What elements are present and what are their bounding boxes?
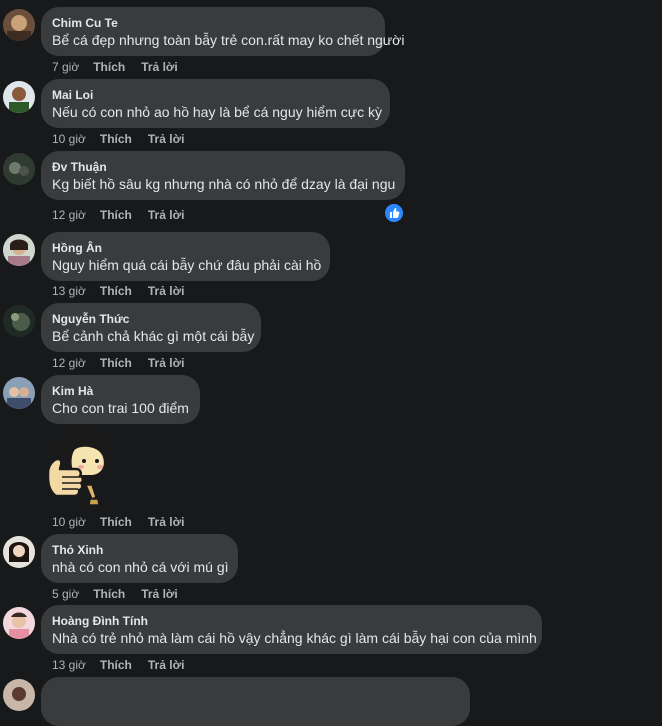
comment-author[interactable]: Thỏ Xinh xyxy=(52,542,226,558)
comment-author[interactable]: Hồng Ân xyxy=(52,240,318,256)
comment-actions: 12 giờ Thích Trả lời xyxy=(52,355,184,371)
avatar[interactable] xyxy=(3,81,35,113)
comment-time[interactable]: 13 giờ xyxy=(52,283,86,299)
like-button[interactable]: Thích xyxy=(100,514,132,530)
comment-time[interactable]: 10 giờ xyxy=(52,514,86,530)
avatar[interactable] xyxy=(3,305,35,337)
like-button[interactable]: Thích xyxy=(93,586,125,602)
comment-bubble: Chim Cu Te Bể cá đẹp nhưng toàn bẫy trẻ … xyxy=(41,7,405,56)
comment-bubble: Đv Thuận Kg biết hồ sâu kg nhưng nhà có … xyxy=(41,151,405,200)
reply-button[interactable]: Trả lời xyxy=(148,657,185,673)
comment-actions: 13 giờ Thích Trả lời xyxy=(52,657,184,673)
comment-actions: 13 giờ Thích Trả lời xyxy=(52,283,184,299)
comment-bubble: Hồng Ân Nguy hiểm quá cái bẫy chứ đâu ph… xyxy=(41,232,330,281)
comment-text: nhà có con nhỏ cá với mú gì xyxy=(52,559,229,575)
reply-button[interactable]: Trả lời xyxy=(148,131,185,147)
comment-author[interactable]: Mai Loi xyxy=(52,87,378,103)
reply-button[interactable]: Trả lời xyxy=(141,586,178,602)
avatar[interactable] xyxy=(3,153,35,185)
reply-button[interactable]: Trả lời xyxy=(148,355,185,371)
comment-actions: 7 giờ Thích Trả lời xyxy=(52,59,178,75)
like-button[interactable]: Thích xyxy=(100,283,132,299)
reply-button[interactable]: Trả lời xyxy=(148,207,185,223)
avatar[interactable] xyxy=(3,9,35,41)
avatar[interactable] xyxy=(3,607,35,639)
comment-text: Cho con trai 100 điểm xyxy=(52,400,189,416)
like-button[interactable]: Thích xyxy=(100,131,132,147)
like-button[interactable]: Thích xyxy=(100,207,132,223)
comment-author[interactable]: Chim Cu Te xyxy=(52,15,373,31)
comment-time[interactable]: 13 giờ xyxy=(52,657,86,673)
comment-author[interactable]: Nguyễn Thức xyxy=(52,311,249,327)
avatar[interactable] xyxy=(3,536,35,568)
comment-author[interactable]: Đv Thuận xyxy=(52,159,393,175)
comment-author[interactable]: Hoàng Đình Tính xyxy=(52,613,530,629)
reply-button[interactable]: Trả lời xyxy=(141,59,178,75)
comment-actions: 5 giờ Thích Trả lời xyxy=(52,586,178,602)
reply-button[interactable]: Trả lời xyxy=(148,283,185,299)
comment-time[interactable]: 7 giờ xyxy=(52,59,79,75)
comment-time[interactable]: 5 giờ xyxy=(52,586,79,602)
thumbs-up-sticker-icon xyxy=(40,427,122,509)
avatar[interactable] xyxy=(3,234,35,266)
comment-time[interactable]: 12 giờ xyxy=(52,355,86,371)
comment-time[interactable]: 12 giờ xyxy=(52,207,86,223)
comment-bubble: Hoàng Đình Tính Nhà có trẻ nhỏ mà làm cá… xyxy=(41,605,542,654)
avatar[interactable] xyxy=(3,679,35,711)
like-reaction-icon[interactable] xyxy=(383,202,405,224)
comment-text: Nguy hiểm quá cái bẫy chứ đâu phải cài h… xyxy=(52,257,322,273)
avatar[interactable] xyxy=(3,377,35,409)
comment-actions: 10 giờ Thích Trả lời xyxy=(52,131,184,147)
reply-button[interactable]: Trả lời xyxy=(148,514,185,530)
comment-text: Nhà có trẻ nhỏ mà làm cái hồ vậy chẳng k… xyxy=(52,630,537,646)
comment-text: Kg biết hồ sâu kg nhưng nhà có nhỏ để dz… xyxy=(52,176,396,192)
like-button[interactable]: Thích xyxy=(100,657,132,673)
comment-text: Nếu có con nhỏ ao hồ hay là bể cá nguy h… xyxy=(52,104,383,120)
like-button[interactable]: Thích xyxy=(100,355,132,371)
comment-actions: 10 giờ Thích Trả lời xyxy=(52,514,184,530)
comment-bubble: Kim Hà Cho con trai 100 điểm xyxy=(41,375,200,424)
like-button[interactable]: Thích xyxy=(93,59,125,75)
comment-author[interactable]: Kim Hà xyxy=(52,383,188,399)
comment-bubble: Thỏ Xinh nhà có con nhỏ cá với mú gì xyxy=(41,534,238,583)
comment-text: Bể cảnh chả khác gì một cái bẫy xyxy=(52,328,255,344)
comment-actions: 12 giờ Thích Trả lời xyxy=(52,207,184,223)
comment-bubble: Nguyễn Thức Bể cảnh chả khác gì một cái … xyxy=(41,303,261,352)
comment-time[interactable]: 10 giờ xyxy=(52,131,86,147)
comment-bubble: Mai Loi Nếu có con nhỏ ao hồ hay là bể c… xyxy=(41,79,390,128)
comment-text: Bể cá đẹp nhưng toàn bẫy trẻ con.rất may… xyxy=(52,32,405,48)
